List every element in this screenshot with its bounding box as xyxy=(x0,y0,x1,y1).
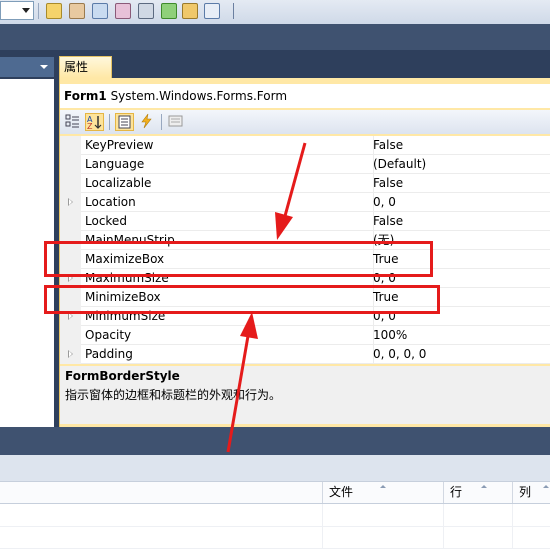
arrow-down-annotation xyxy=(275,142,307,240)
arrow-up-annotation xyxy=(226,312,258,453)
annotation-arrows xyxy=(226,142,307,453)
